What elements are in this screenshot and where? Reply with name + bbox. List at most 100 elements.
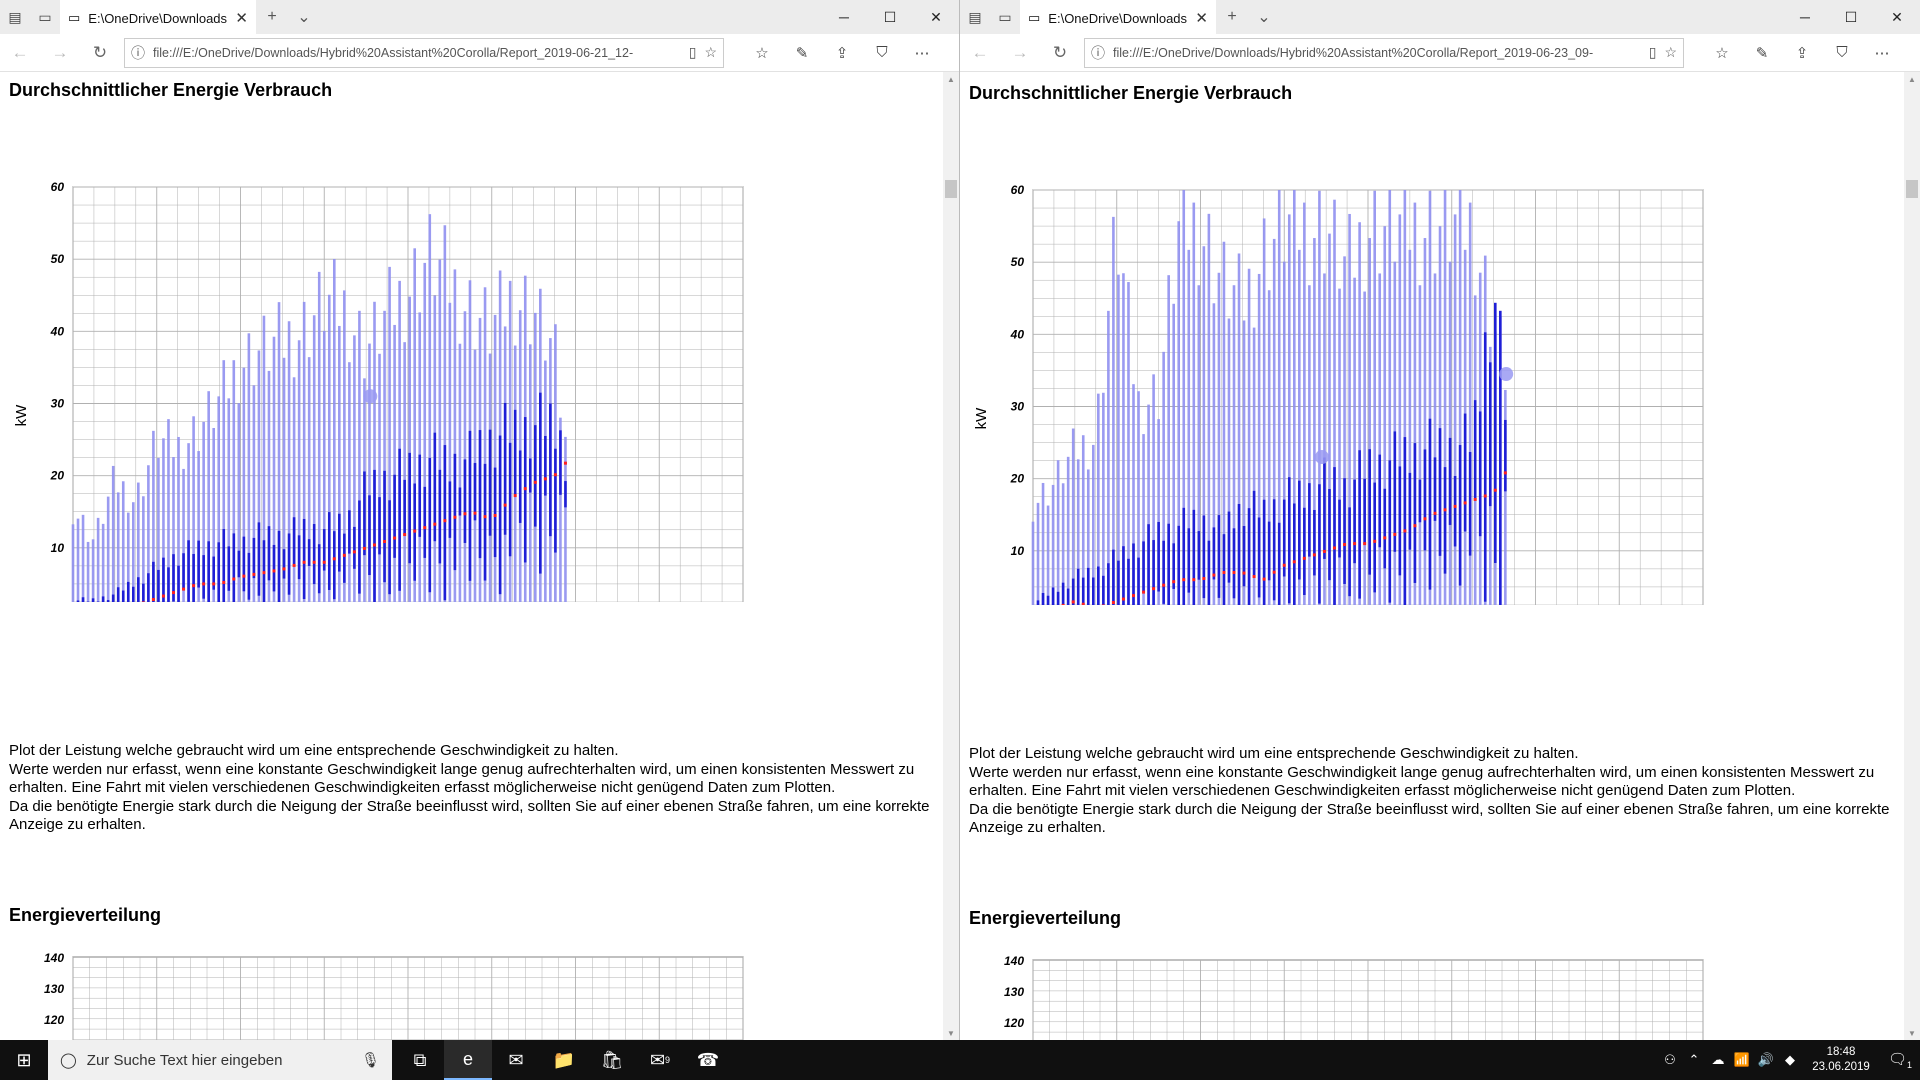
bar-range <box>76 518 80 602</box>
more-icon[interactable]: ⋯ <box>1862 44 1902 62</box>
description: Plot der Leistung welche gebraucht wird … <box>9 742 939 835</box>
forward-button[interactable]: → <box>40 43 80 63</box>
tab-close-icon[interactable]: ✕ <box>1195 9 1208 27</box>
clock[interactable]: 18:48 23.06.2019 <box>1802 1045 1880 1075</box>
bar-core <box>1097 566 1100 605</box>
bar-core <box>1383 488 1387 569</box>
maximize-button[interactable]: ☐ <box>1828 0 1874 34</box>
bar-range <box>1056 460 1060 605</box>
bar-core <box>528 458 532 493</box>
bar-core <box>121 590 125 602</box>
bar-core <box>257 522 261 596</box>
share-icon[interactable]: ⇪ <box>822 44 862 62</box>
notes-pen-icon[interactable]: ✎ <box>782 44 822 62</box>
windows-start-icon[interactable]: ⊞ <box>0 1040 48 1080</box>
scrollbar[interactable]: ▲ ▼ <box>943 72 959 1040</box>
scroll-thumb[interactable] <box>945 180 957 198</box>
bar-core <box>1046 595 1050 605</box>
outlook-icon[interactable]: ✉ <box>492 1040 540 1080</box>
store-icon[interactable]: 🛍 <box>588 1040 636 1080</box>
favorites-icon[interactable]: ☆ <box>1702 44 1742 62</box>
bar-core <box>1378 454 1382 548</box>
bar-core <box>1137 557 1140 605</box>
y-tick-label: 140 <box>44 951 64 965</box>
reading-view-icon[interactable]: ▯ <box>1649 44 1657 61</box>
taskbar-search[interactable]: ◯ Zur Suche Text hier eingeben 🎙 <box>48 1040 392 1080</box>
scroll-up-icon[interactable]: ▲ <box>1904 72 1920 86</box>
reading-view-icon[interactable]: ▯ <box>689 44 697 61</box>
mean-marker <box>1292 560 1296 564</box>
heading-energy-consumption: Durchschnittlicher Energie Verbrauch <box>969 83 1293 103</box>
mean-marker <box>1413 524 1417 528</box>
bar-core <box>177 565 180 602</box>
tab-close-icon[interactable]: ✕ <box>235 9 248 27</box>
bar-core <box>282 549 286 579</box>
active-tab[interactable]: ▭ E:\OneDrive\Downloads ✕ <box>60 0 256 34</box>
bar-core <box>277 530 281 602</box>
mean-marker <box>151 598 155 602</box>
bar-core <box>1277 522 1281 605</box>
mean-marker <box>1393 532 1397 536</box>
heading-energy-distribution: Energieverteilung <box>969 908 1122 928</box>
bar-core <box>453 453 457 571</box>
scroll-down-icon[interactable]: ▼ <box>1904 1026 1920 1040</box>
shield-icon[interactable]: ⛉ <box>862 44 902 62</box>
active-tab[interactable]: ▭ E:\OneDrive\Downloads ✕ <box>1020 0 1216 34</box>
favorites-icon[interactable]: ☆ <box>742 44 782 62</box>
bar-range <box>1102 392 1105 605</box>
volume-icon[interactable]: 🔊 <box>1754 1052 1778 1068</box>
whatsapp-icon[interactable]: ☎ <box>684 1040 732 1080</box>
bar-range <box>1363 291 1366 605</box>
bar-core <box>91 598 95 602</box>
new-tab-button[interactable]: + <box>1216 0 1248 34</box>
share-icon[interactable]: ⇪ <box>1782 44 1822 62</box>
set-aside-tabs-icon[interactable]: ▤ <box>0 0 30 34</box>
tabs-aside-icon[interactable]: ▭ <box>990 0 1020 34</box>
minimize-button[interactable]: ─ <box>821 0 867 34</box>
favorite-star-icon[interactable]: ☆ <box>1664 44 1677 61</box>
bar-core <box>192 553 195 602</box>
back-button[interactable]: ← <box>0 43 40 63</box>
set-aside-tabs-icon[interactable]: ▤ <box>960 0 990 34</box>
onedrive-cloud-icon[interactable]: ☁ <box>1706 1052 1730 1068</box>
address-bar[interactable]: ⓘ file:///E:/OneDrive/Downloads/Hybrid%2… <box>1084 37 1684 68</box>
dropbox-icon[interactable]: ◆ <box>1778 1052 1802 1068</box>
scrollbar[interactable]: ▲ ▼ <box>1904 72 1920 1040</box>
microphone-icon[interactable]: 🎙 <box>361 1051 380 1069</box>
network-icon[interactable]: 📶 <box>1730 1052 1754 1068</box>
tab-preview-chevron-icon[interactable]: ⌄ <box>1248 0 1280 34</box>
mean-marker <box>473 511 477 515</box>
close-window-button[interactable]: ✕ <box>913 0 959 34</box>
favorite-star-icon[interactable]: ☆ <box>704 44 717 61</box>
scroll-thumb[interactable] <box>1906 180 1918 198</box>
edge-browser-icon[interactable]: e <box>444 1040 492 1080</box>
bar-core <box>1036 600 1040 605</box>
minimize-button[interactable]: ─ <box>1782 0 1828 34</box>
refresh-button[interactable]: ↻ <box>80 43 120 63</box>
people-icon[interactable]: ⚇ <box>1658 1052 1682 1068</box>
file-explorer-icon[interactable]: 📁 <box>540 1040 588 1080</box>
scroll-up-icon[interactable]: ▲ <box>943 72 959 86</box>
notes-pen-icon[interactable]: ✎ <box>1742 44 1782 62</box>
scroll-down-icon[interactable]: ▼ <box>943 1026 959 1040</box>
maximize-button[interactable]: ☐ <box>867 0 913 34</box>
notification-center-icon[interactable]: 🗨1 <box>1880 1050 1920 1070</box>
address-bar[interactable]: ⓘ file:///E:/OneDrive/Downloads/Hybrid%2… <box>124 37 724 68</box>
back-button[interactable]: ← <box>960 43 1000 63</box>
shield-icon[interactable]: ⛉ <box>1822 44 1862 62</box>
show-hidden-icons-chevron-icon[interactable]: ⌃ <box>1682 1052 1706 1068</box>
tab-preview-chevron-icon[interactable]: ⌄ <box>288 0 320 34</box>
forward-button[interactable]: → <box>1000 43 1040 63</box>
more-icon[interactable]: ⋯ <box>902 44 942 62</box>
info-icon[interactable]: ⓘ <box>1091 43 1105 63</box>
info-icon[interactable]: ⓘ <box>131 43 145 63</box>
mean-marker <box>1262 577 1266 581</box>
new-tab-button[interactable]: + <box>256 0 288 34</box>
bar-core <box>167 567 170 602</box>
bar-core <box>252 537 256 579</box>
task-view-icon[interactable]: ⧉ <box>396 1040 444 1080</box>
tabs-aside-icon[interactable]: ▭ <box>30 0 60 34</box>
close-window-button[interactable]: ✕ <box>1874 0 1920 34</box>
mail-icon[interactable]: ✉ 9 <box>636 1040 684 1080</box>
refresh-button[interactable]: ↻ <box>1040 43 1080 63</box>
